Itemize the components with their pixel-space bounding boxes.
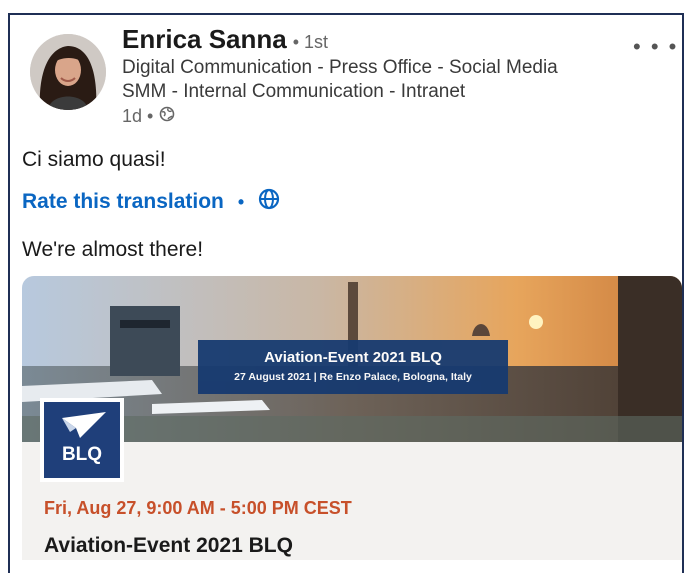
- author-name[interactable]: Enrica Sanna: [122, 24, 287, 55]
- connection-degree: • 1st: [292, 32, 329, 52]
- event-organizer-logo: BLQ: [40, 398, 124, 482]
- author-headline: Digital Communication - Press Office - S…: [122, 56, 642, 104]
- headline-line-1: Digital Communication - Press Office - S…: [122, 57, 558, 78]
- post-time: 1d •: [122, 106, 154, 126]
- headline-line-2: SMM - Internal Communication - Intranet: [122, 81, 466, 102]
- event-banner-caption: Aviation-Event 2021 BLQ 27 August 2021 |…: [198, 340, 508, 394]
- blq-plane-logo: [62, 412, 106, 438]
- author-name-row: Enrica Sanna • 1st: [122, 24, 328, 55]
- post-text: Ci siamo quasi!: [22, 148, 166, 171]
- rate-translation-row: Rate this translation •: [22, 188, 280, 216]
- banner-subtitle: 27 August 2021 | Re Enzo Palace, Bologna…: [234, 371, 472, 383]
- translate-globe-icon[interactable]: [258, 188, 280, 216]
- event-card[interactable]: Aviation-Event 2021 BLQ 27 August 2021 |…: [22, 276, 682, 560]
- separator-dot: •: [237, 191, 245, 212]
- event-date: Fri, Aug 27, 9:00 AM - 5:00 PM CEST: [44, 498, 352, 518]
- event-title[interactable]: Aviation-Event 2021 BLQ: [44, 534, 293, 558]
- author-avatar[interactable]: [30, 34, 106, 110]
- translated-text: We're almost there!: [22, 238, 204, 261]
- more-options-icon[interactable]: • • •: [633, 34, 678, 60]
- rate-translation-link[interactable]: Rate this translation: [22, 190, 224, 214]
- globe-icon: [159, 106, 175, 127]
- post-time-row: 1d •: [122, 106, 175, 127]
- logo-text: BLQ: [61, 444, 103, 465]
- banner-title: Aviation-Event 2021 BLQ: [264, 349, 442, 366]
